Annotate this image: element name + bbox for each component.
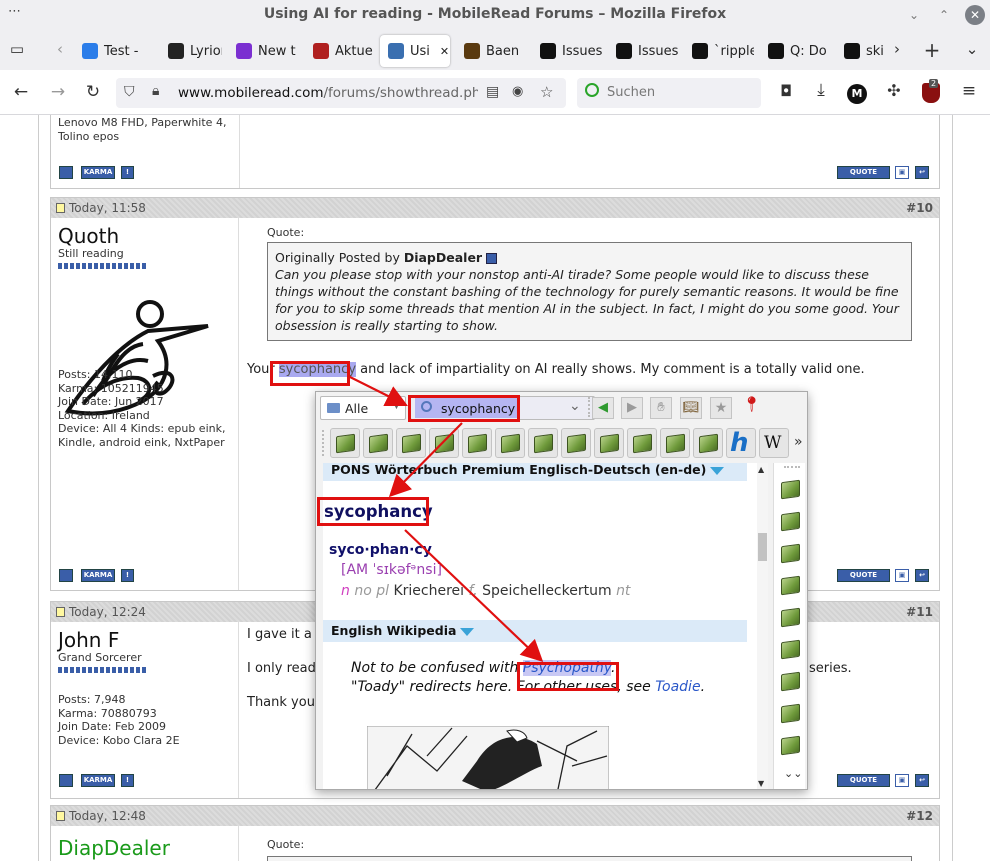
annotation-arrows: [347, 375, 544, 663]
